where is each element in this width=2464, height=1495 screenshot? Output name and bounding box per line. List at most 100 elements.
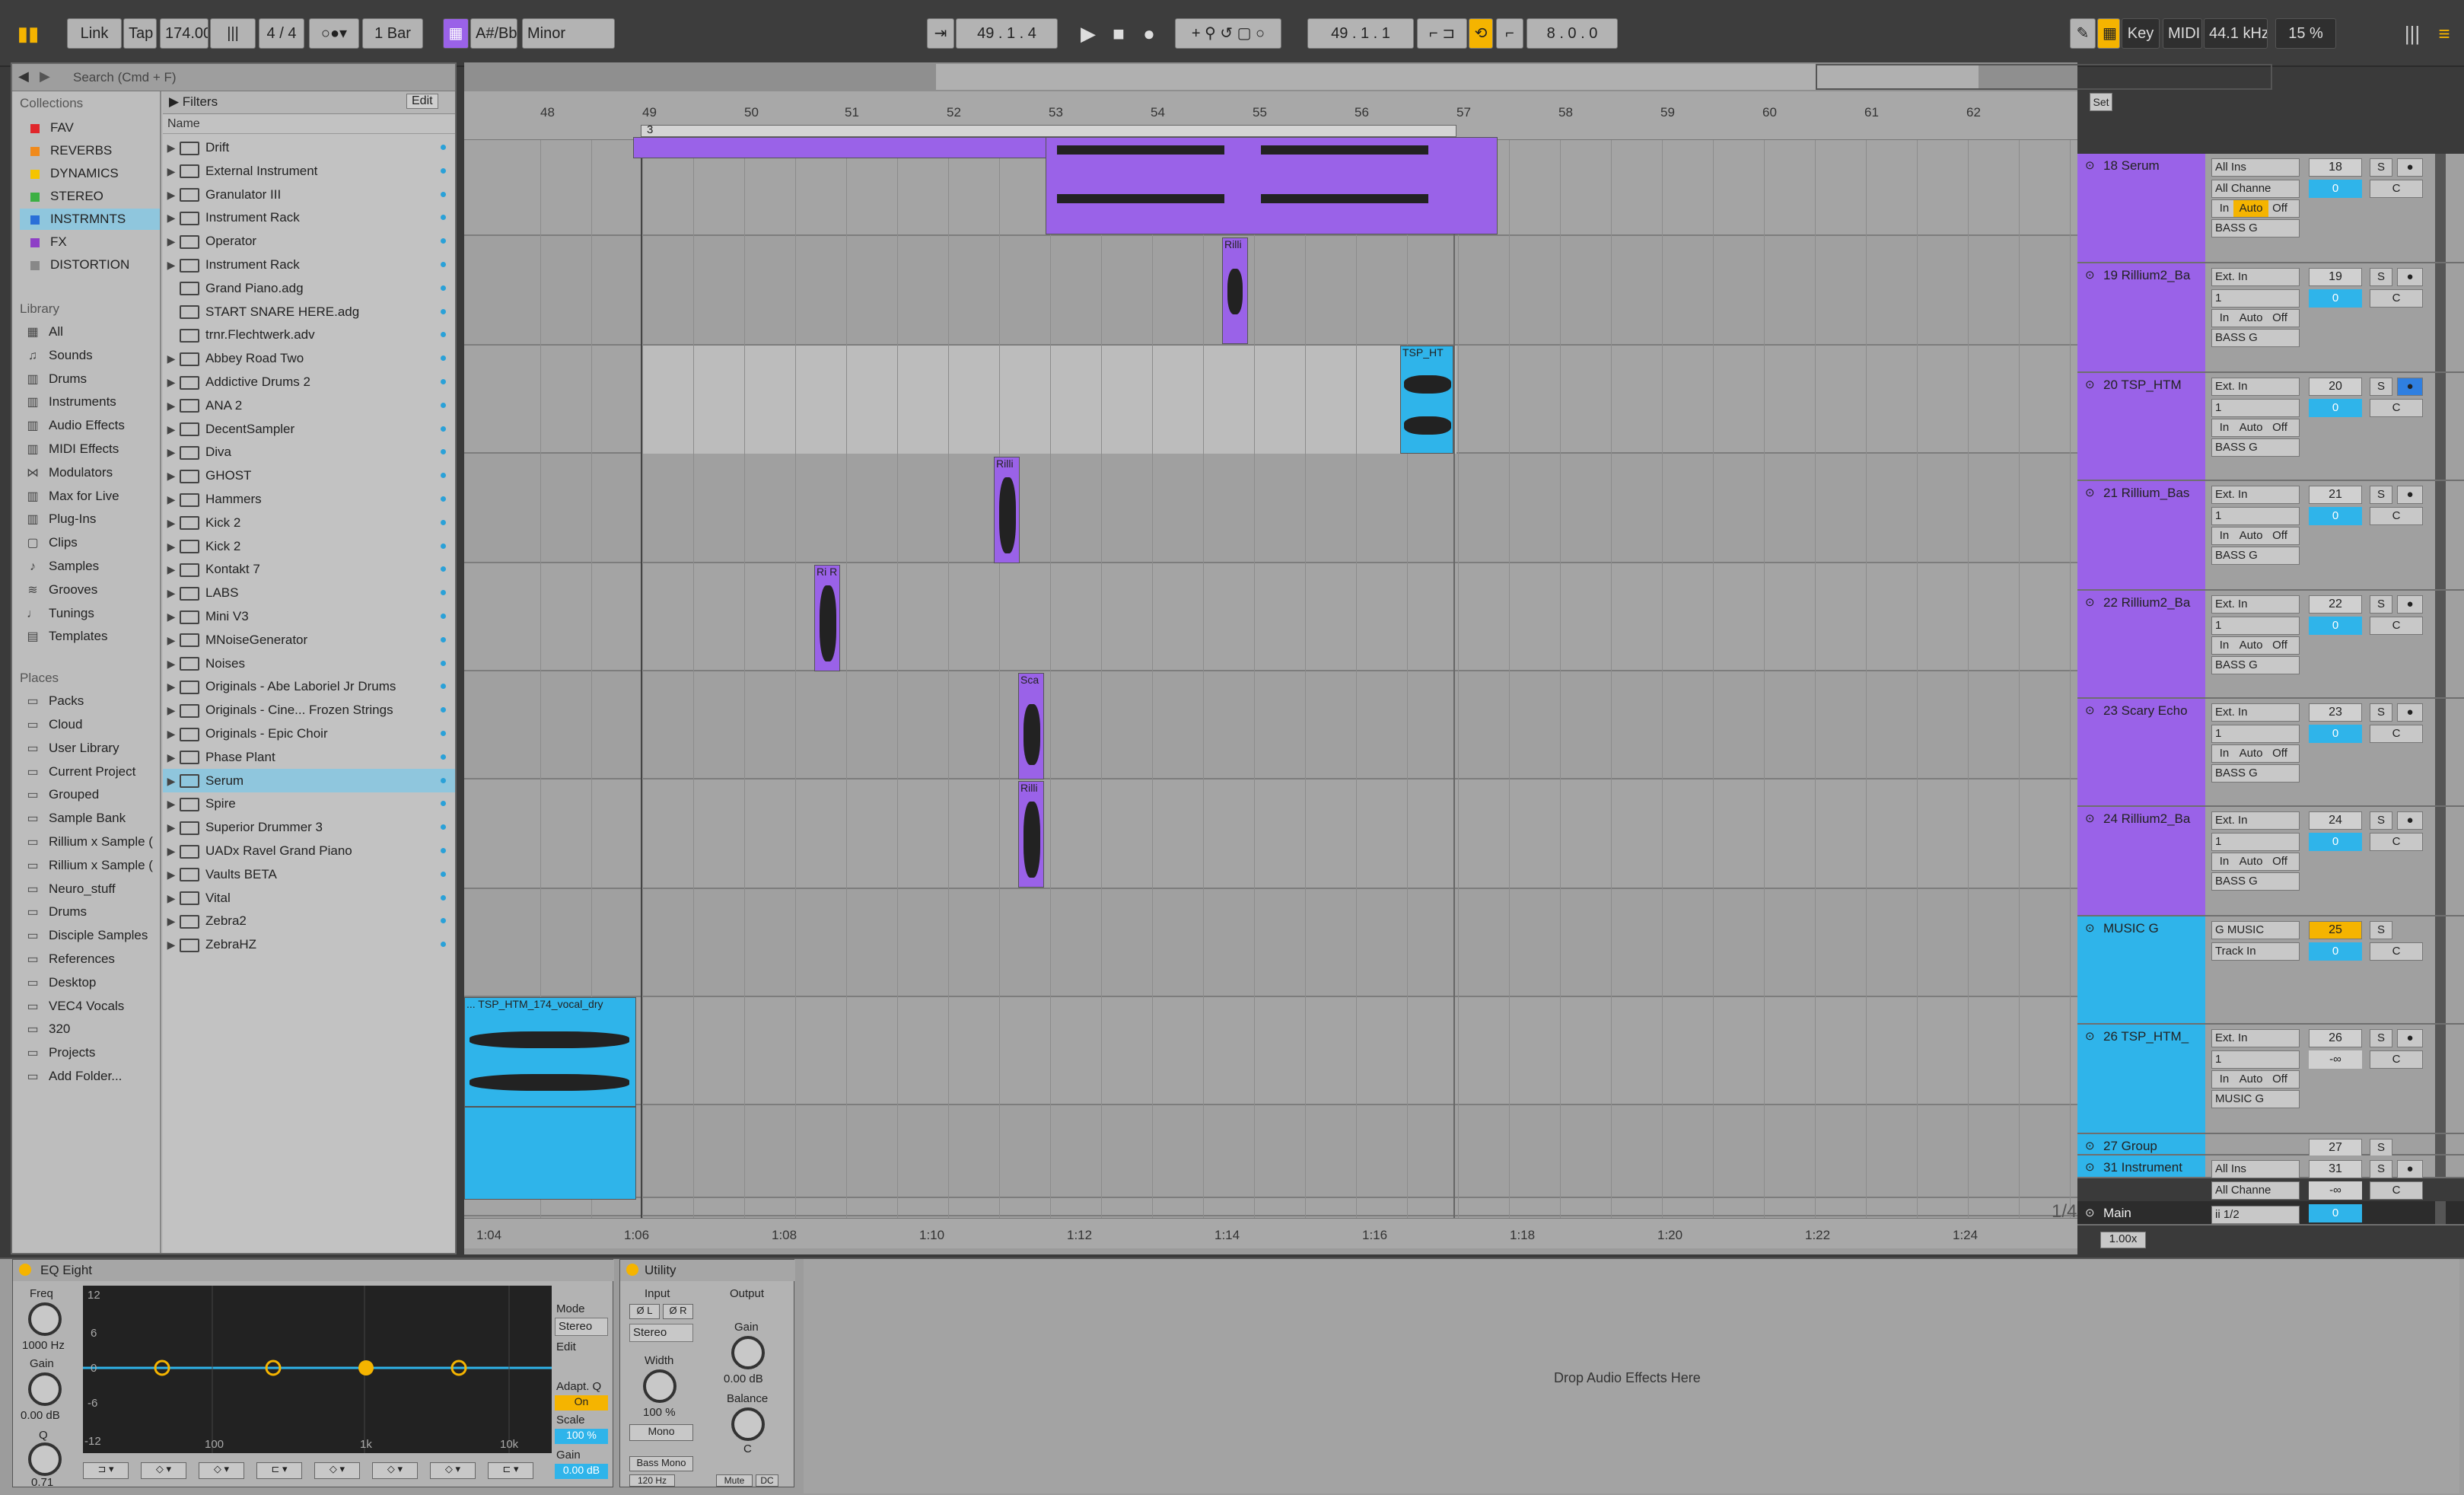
library-item-templates[interactable]: ▤ Templates (20, 626, 160, 647)
dc-button[interactable]: DC (756, 1474, 778, 1487)
collection-item-reverbs[interactable]: REVERBS (20, 140, 160, 161)
volume-field[interactable]: 0 (2309, 833, 2362, 851)
time-signature-field[interactable]: 4 / 4 (259, 18, 304, 49)
browser-file-item[interactable]: ▶ Originals - Epic Choir (163, 722, 455, 745)
collection-item-fx[interactable]: FX (20, 231, 160, 253)
track-header[interactable]: ⊙ 23 Scary Echo Ext. In 1 In Auto Off BASS G 23 0… (2077, 699, 2464, 807)
track-header[interactable]: ⊙ MUSIC G G MUSIC Track In 25 0 S C (2077, 916, 2464, 1025)
time-ruler[interactable]: 1:04 1:06 1:08 1:10 1:12 1:14 1:16 1:18 1:20 1:22… (464, 1218, 2077, 1248)
track-name-area[interactable]: ⊙ 24 Rillium2_Ba (2077, 807, 2205, 915)
track-header[interactable]: ⊙ 26 TSP_HTM_ Ext. In 1 In Auto Off MUSIC G 26 -∞… (2077, 1025, 2464, 1134)
channel-mode-select[interactable]: Stereo (629, 1324, 693, 1342)
input-channel-select[interactable]: 1 (2211, 1050, 2300, 1069)
monitor-off-button[interactable]: Off (2268, 310, 2291, 327)
metronome-bars-icon[interactable]: ||| (210, 18, 256, 49)
track-number[interactable]: 21 (2309, 486, 2362, 504)
pan-field[interactable]: C (2370, 833, 2423, 851)
place-item[interactable]: ▭ Add Folder... (20, 1066, 160, 1087)
gain-knob[interactable] (28, 1372, 62, 1406)
library-item-midi-effects[interactable]: ▥ MIDI Effects (20, 438, 160, 460)
track-lane[interactable] (464, 1105, 2077, 1198)
track-header[interactable]: ⊙ 20 TSP_HTM Ext. In 1 In Auto Off BASS G 20 0 S ● C (2077, 373, 2464, 481)
collection-item-dynamics[interactable]: DYNAMICS (20, 163, 160, 184)
place-item[interactable]: ▭ Disciple Samples (20, 925, 160, 946)
track-name-area[interactable]: ⊙ 22 Rillium2_Ba (2077, 591, 2205, 697)
metronome-icon[interactable]: ○●▾ (309, 18, 359, 49)
track-lane[interactable] (464, 1198, 2077, 1216)
device-drop-area[interactable]: Drop Audio Effects Here (804, 1259, 2459, 1493)
midi-clip-serum[interactable] (1046, 137, 1498, 234)
place-item[interactable]: ▭ Cloud (20, 714, 160, 735)
scale-icon[interactable]: ▦ (443, 18, 469, 49)
track-name-area[interactable]: ⊙ 23 Scary Echo (2077, 699, 2205, 805)
place-item[interactable]: ▭ Rillium x Sample ( (20, 831, 160, 853)
record-arm-button[interactable]: ● (2397, 1160, 2423, 1178)
arrangement-view[interactable]: 48 49 50 51 52 53 54 55 56 57 58 59 60 61 62 3 Rilli TSP… (464, 62, 2272, 1254)
browser-file-item[interactable]: ▶ Vaults BETA (163, 862, 455, 886)
library-item-clips[interactable]: ▢ Clips (20, 532, 160, 553)
library-item-all[interactable]: ▦ All (20, 321, 160, 343)
input-channel-select[interactable]: All Channe (2211, 180, 2300, 198)
monitor-auto-button[interactable]: Auto (2233, 1071, 2268, 1088)
monitor-auto-button[interactable]: Auto (2233, 528, 2268, 544)
track-name-area[interactable]: ⊙ 21 Rillium_Bas (2077, 481, 2205, 589)
input-type-select[interactable]: Ext. In (2211, 595, 2300, 614)
menu-icon[interactable]: ≡ (2429, 18, 2459, 49)
browser-file-item[interactable]: ▶ Mini V3 (163, 604, 455, 628)
browser-file-item[interactable]: ▶ Addictive Drums 2 (163, 370, 455, 394)
monitor-in-button[interactable]: In (2215, 853, 2233, 870)
fold-icon[interactable]: ⊙ (2085, 1139, 2095, 1152)
midi-map-button[interactable]: MIDI (2163, 18, 2202, 49)
output-select[interactable]: BASS G (2211, 438, 2300, 457)
browser-file-item[interactable]: ▶ Vital (163, 886, 455, 910)
beat-ruler[interactable]: 48 49 50 51 52 53 54 55 56 57 58 59 60 61 62 3 (464, 91, 2077, 140)
browser-file-item[interactable]: ▶ Spire (163, 792, 455, 815)
solo-button[interactable]: S (2370, 595, 2392, 614)
track-name-area[interactable]: ⊙ 26 TSP_HTM_ (2077, 1025, 2205, 1133)
volume-field[interactable]: 0 (2309, 289, 2362, 308)
track-number[interactable]: 22 (2309, 595, 2362, 614)
input-type-select[interactable]: Ext. In (2211, 486, 2300, 504)
input-type-select[interactable]: Ext. In (2211, 703, 2300, 722)
browser-file-item[interactable]: ▶ Granulator III (163, 183, 455, 206)
track-name-area[interactable]: ⊙ 31 Instrument (2077, 1156, 2205, 1177)
collection-item-stereo[interactable]: STEREO (20, 186, 160, 207)
track-name-area[interactable]: ⊙ 19 Rillium2_Ba (2077, 263, 2205, 371)
band-4-filter-type[interactable]: ⊏ ▾ (256, 1462, 302, 1479)
device-power-icon[interactable] (19, 1264, 31, 1276)
browser-file-item[interactable]: ▶ Kontakt 7 (163, 557, 455, 581)
loop-length-field[interactable]: 8 . 0 . 0 (1526, 18, 1618, 49)
monitor-off-button[interactable]: Off (2268, 200, 2291, 217)
input-channel-select[interactable]: 1 (2211, 399, 2300, 417)
monitor-in-button[interactable]: In (2215, 200, 2233, 217)
punch-in-icon[interactable]: ⌐ ⊐ (1417, 18, 1467, 49)
track-name-area[interactable]: ⊙ Main (2077, 1201, 2205, 1224)
input-type-select[interactable]: G MUSIC (2211, 921, 2300, 939)
quantize-select[interactable]: 1 Bar (362, 18, 423, 49)
volume-field[interactable]: 0 (2309, 617, 2362, 635)
place-item[interactable]: ▭ Desktop (20, 972, 160, 993)
input-channel-select[interactable]: 1 (2211, 617, 2300, 635)
browser-file-item[interactable]: ▶ Kick 2 (163, 511, 455, 534)
fold-icon[interactable]: ⊙ (2085, 268, 2095, 282)
record-arm-button[interactable]: ● (2397, 486, 2423, 504)
browser-file-item[interactable]: ▶ Operator (163, 229, 455, 253)
solo-button[interactable]: S (2370, 703, 2392, 722)
library-item-samples[interactable]: ♪ Samples (20, 556, 160, 577)
monitor-off-button[interactable]: Off (2268, 637, 2291, 654)
pan-field[interactable]: C (2370, 942, 2423, 961)
output-select[interactable]: BASS G (2211, 219, 2300, 237)
band-2-filter-type[interactable]: ◇ ▾ (141, 1462, 186, 1479)
bass-mono-button[interactable]: Bass Mono (629, 1456, 693, 1471)
solo-button[interactable]: S (2370, 1160, 2392, 1178)
fold-icon[interactable]: ⊙ (2085, 158, 2095, 172)
audio-clip-rillium2-ba[interactable]: Ri R (814, 565, 840, 671)
input-channel-select[interactable]: 1 (2211, 507, 2300, 525)
scale-root-select[interactable]: A#/Bb (470, 18, 517, 49)
monitor-in-button[interactable]: In (2215, 745, 2233, 762)
band-5-filter-type[interactable]: ◇ ▾ (314, 1462, 360, 1479)
monitor-in-button[interactable]: In (2215, 528, 2233, 544)
browser-file-item[interactable]: ▶ Phase Plant (163, 745, 455, 769)
library-item-plug-ins[interactable]: ▥ Plug-Ins (20, 508, 160, 530)
track-number[interactable]: 25 (2309, 921, 2362, 939)
